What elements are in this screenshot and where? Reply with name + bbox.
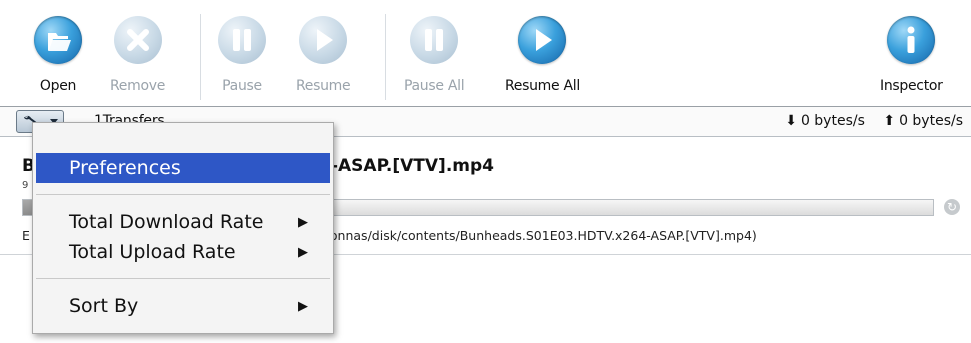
pause-icon — [218, 16, 266, 64]
up-arrow-icon: ⬆ — [883, 113, 896, 129]
transfer-rates: ⬇ 0 bytes/s ⬆ 0 bytes/s — [771, 113, 963, 129]
pause-all-button[interactable]: Pause All — [404, 16, 465, 94]
remove-x-icon — [113, 16, 162, 64]
play-icon — [518, 16, 567, 64]
menu-item-total-download-rate[interactable]: Total Download Rate ▶ — [36, 207, 330, 237]
down-arrow-icon: ⬇ — [785, 113, 797, 129]
menu-divider — [36, 194, 330, 195]
menu-divider — [36, 278, 330, 279]
transfer-status: 9 — [22, 180, 29, 191]
menu-item-sort-by[interactable]: Sort By ▶ — [36, 291, 330, 321]
info-icon — [887, 16, 936, 64]
submenu-arrow-icon: ▶ — [298, 215, 308, 230]
resume-button[interactable]: Resume — [296, 16, 351, 94]
progress-fill — [23, 200, 33, 215]
submenu-arrow-icon: ▶ — [298, 299, 308, 314]
menu-item-total-upload-rate[interactable]: Total Upload Rate ▶ — [36, 237, 330, 267]
resume-all-button[interactable]: Resume All — [505, 16, 580, 94]
remove-button[interactable]: Remove — [110, 16, 165, 94]
menu-item-preferences[interactable]: Preferences — [36, 153, 330, 183]
pause-button[interactable]: Pause — [218, 16, 266, 94]
toolbar: Open Remove Pause Resume Pause All Resum… — [0, 0, 971, 106]
download-rate: 0 bytes/s — [800, 113, 865, 129]
inspector-button[interactable]: Inspector — [880, 16, 943, 94]
toolbar-separator — [200, 14, 201, 100]
upload-rate: 0 bytes/s — [899, 113, 963, 129]
open-button[interactable]: Open — [34, 16, 82, 94]
folder-open-icon — [34, 16, 82, 64]
toolbar-separator — [385, 14, 386, 100]
play-icon — [299, 16, 348, 64]
options-context-menu: Preferences Total Download Rate ▶ Total … — [32, 122, 334, 334]
submenu-arrow-icon: ▶ — [298, 245, 308, 260]
pause-icon — [410, 16, 459, 64]
reload-icon[interactable]: ↻ — [944, 199, 960, 215]
